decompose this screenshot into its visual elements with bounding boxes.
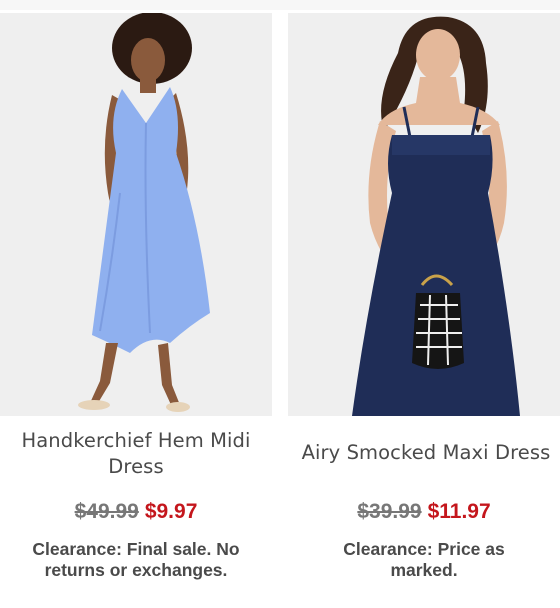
clearance-note-line: marked.: [390, 560, 458, 580]
model-navy-dress-illustration: [288, 13, 560, 416]
price-row: $39.99 $11.97: [288, 499, 560, 525]
clearance-note-line: Clearance: Final sale. No: [32, 539, 240, 559]
model-blue-dress-illustration: [0, 13, 272, 416]
clearance-note-line: Clearance: Price as: [343, 539, 505, 559]
product-title[interactable]: Airy Smocked Maxi Dress: [288, 440, 560, 466]
sale-price: $9.97: [144, 500, 198, 523]
product-title-line: Handkerchief Hem Midi: [21, 429, 251, 452]
clearance-note-line: returns or exchanges.: [44, 560, 228, 580]
price-row: $49.99 $9.97: [0, 499, 272, 525]
product-grid: Handkerchief Hem Midi Dress $49.99 $9.97 …: [0, 0, 560, 608]
product-title-line: Dress: [108, 455, 164, 478]
product-title-line: Airy Smocked Maxi Dress: [301, 441, 551, 464]
product-image[interactable]: [0, 13, 272, 416]
sale-price: $11.97: [427, 500, 491, 523]
original-price: $39.99: [357, 500, 422, 523]
original-price: $49.99: [74, 500, 139, 523]
clearance-note: Clearance: Price as marked.: [288, 539, 560, 581]
clearance-note: Clearance: Final sale. No returns or exc…: [0, 539, 272, 581]
product-image[interactable]: [288, 13, 560, 416]
product-card[interactable]: Airy Smocked Maxi Dress $39.99 $11.97 Cle…: [288, 0, 560, 608]
product-title[interactable]: Handkerchief Hem Midi Dress: [0, 428, 272, 480]
product-card[interactable]: Handkerchief Hem Midi Dress $49.99 $9.97 …: [0, 0, 272, 608]
